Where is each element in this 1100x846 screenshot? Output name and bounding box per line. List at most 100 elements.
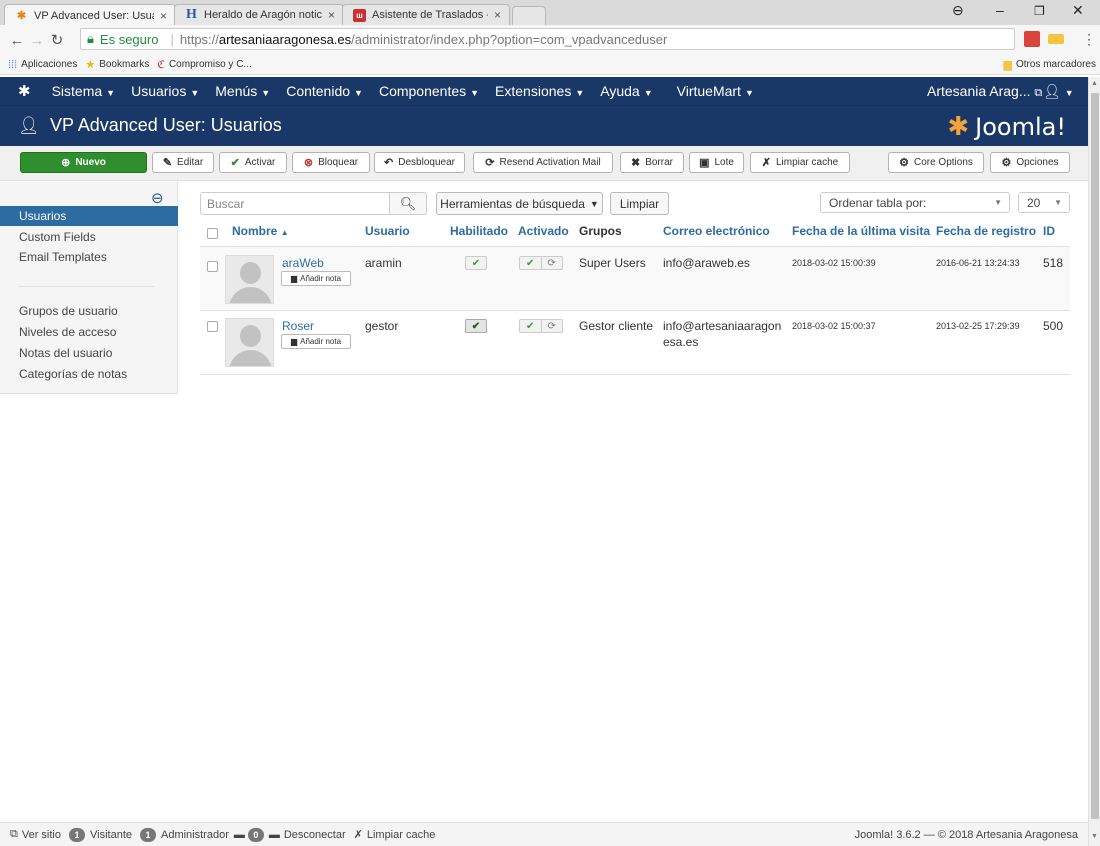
user-menu[interactable]: 👤︎ ▼ <box>1043 83 1074 100</box>
scrollbar-thumb[interactable] <box>1091 93 1099 819</box>
view-site-link[interactable]: ⧉ Ver sitio <box>10 828 61 841</box>
sidebar-item-label: Email Templates <box>19 250 107 264</box>
activated-toggle[interactable]: ✔ ⟳ <box>519 319 563 333</box>
visitors-indicator[interactable]: 1 Visitante <box>69 827 132 842</box>
add-note-button[interactable]: ▆ Añadir nota <box>281 271 351 286</box>
close-tab-icon[interactable]: × <box>494 8 501 22</box>
search-tools-button[interactable]: Herramientas de búsqueda ▼ <box>436 192 603 215</box>
batch-button[interactable]: ▣ Lote <box>689 152 744 173</box>
column-header-habilitado[interactable]: Habilitado <box>450 224 508 238</box>
search-input[interactable]: Buscar <box>200 192 390 215</box>
resend-activation-button[interactable]: ⟳ Resend Activation Mail <box>473 152 613 173</box>
scroll-down-icon[interactable]: ▼ <box>1091 833 1098 840</box>
sidebar-item-notas[interactable]: Notas del usuario <box>0 343 178 363</box>
sidebar-item-niveles[interactable]: Niveles de acceso <box>0 322 178 342</box>
column-header-ultima-visita[interactable]: Fecha de la última visita <box>792 224 930 238</box>
menu-sistema[interactable]: Sistema ▼ <box>52 83 116 99</box>
delete-button[interactable]: ✖ Borrar <box>620 152 684 173</box>
column-header-nombre[interactable]: Nombre ▲ <box>232 224 289 238</box>
back-arrow-icon[interactable]: ← <box>8 32 26 49</box>
edit-button[interactable]: ✎ Editar <box>152 152 214 173</box>
profile-icon[interactable]: ⊖ <box>952 2 964 19</box>
menu-extensiones[interactable]: Extensiones ▼ <box>495 83 584 99</box>
table-bottom-border <box>200 374 1070 375</box>
sidebar-item-categorias[interactable]: Categorías de notas <box>0 364 178 384</box>
sidebar-item-email-templates[interactable]: Email Templates <box>0 247 178 267</box>
column-header-correo[interactable]: Correo electrónico <box>663 224 770 238</box>
extension-red-icon[interactable] <box>1024 31 1040 47</box>
button-label: Limpiar <box>619 196 660 211</box>
column-header-activado[interactable]: Activado <box>518 224 569 238</box>
enabled-toggle[interactable]: ✔ <box>465 256 487 270</box>
limit-select[interactable]: 20 ▼ <box>1018 192 1070 213</box>
user-name-link[interactable]: Roser <box>282 319 314 333</box>
column-header-id[interactable]: ID <box>1043 224 1055 238</box>
copyright-text: Joomla! 3.6.2 — © 2018 Artesania Aragone… <box>854 829 1078 841</box>
menu-usuarios[interactable]: Usuarios ▼ <box>131 83 199 99</box>
status-label: Desconectar <box>283 828 346 841</box>
browser-menu-icon[interactable]: ⋮ <box>1082 31 1096 48</box>
close-tab-icon[interactable]: × <box>160 9 167 23</box>
bookmark-other[interactable]: ▆ Otros marcadores <box>1004 58 1097 71</box>
username-cell: aramin <box>365 256 402 270</box>
bookmark-aplicaciones[interactable]: ⁞⁞⁞ Aplicaciones <box>8 59 77 71</box>
restore-icon[interactable]: ❐ <box>1034 4 1045 18</box>
extension-yellow-icon[interactable] <box>1048 34 1064 44</box>
tab-asistente-traslados[interactable]: ш Asistente de Traslados - × <box>342 4 510 25</box>
reload-icon[interactable]: ↻ <box>48 31 66 49</box>
column-header-usuario[interactable]: Usuario <box>365 224 410 238</box>
button-label: Resend Activation Mail <box>499 157 601 168</box>
status-label: Ver sitio <box>21 828 61 841</box>
action-toolbar: ⊕ Nuevo ✎ Editar ✔ Activar ⊗ Bloquear ↶ Desbl… <box>0 146 1088 181</box>
site-link[interactable]: Artesania Arag... ⧉ <box>927 83 1042 100</box>
activate-button[interactable]: ✔ Activar <box>219 152 287 173</box>
forward-arrow-icon[interactable]: → <box>28 32 46 49</box>
minimize-icon[interactable]: – <box>996 2 1004 18</box>
page-scrollbar[interactable]: ▲ ▼ <box>1088 77 1100 846</box>
unblock-button[interactable]: ↶ Desbloquear <box>374 152 465 173</box>
sidebar-item-grupos[interactable]: Grupos de usuario <box>0 301 178 321</box>
user-name-link[interactable]: araWeb <box>282 256 324 270</box>
options-button[interactable]: ⚙ Opciones <box>990 152 1070 173</box>
tab-heraldo[interactable]: H Heraldo de Aragón notic × <box>174 4 344 25</box>
add-note-button[interactable]: ▆ Añadir nota <box>281 334 351 349</box>
clear-cache-link[interactable]: ✗ Limpiar cache <box>354 828 436 842</box>
sidebar-item-custom-fields[interactable]: Custom Fields <box>0 227 178 247</box>
close-window-icon[interactable]: ✕ <box>1072 2 1084 19</box>
clear-filters-button[interactable]: Limpiar <box>610 192 669 215</box>
block-button[interactable]: ⊗ Bloquear <box>292 152 370 173</box>
messages-indicator[interactable]: ▬ 0 <box>234 827 269 842</box>
bookmark-compromiso[interactable]: ℭ Compromiso y C... <box>157 58 252 71</box>
new-tab-button[interactable] <box>512 6 546 25</box>
menu-ayuda[interactable]: Ayuda ▼ <box>600 83 652 99</box>
new-button[interactable]: ⊕ Nuevo <box>20 152 147 173</box>
menu-virtuemart[interactable]: VirtueMart ▼ <box>677 83 754 99</box>
avatar <box>225 255 274 304</box>
tab-vp-advanced-user[interactable]: ✱ VP Advanced User: Usuar × <box>4 4 176 26</box>
url-input[interactable]: 🔒︎ Es seguro | https:// artesaniaaragone… <box>80 28 1015 50</box>
row-checkbox[interactable] <box>207 261 218 272</box>
row-checkbox[interactable] <box>207 321 218 332</box>
column-header-registro[interactable]: Fecha de registro <box>936 224 1036 238</box>
core-options-button[interactable]: ⚙ Core Options <box>888 152 984 173</box>
order-by-select[interactable]: Ordenar tabla por: ▼ <box>820 192 1010 213</box>
joomla-logo-icon[interactable]: ✱ <box>18 82 31 100</box>
scroll-up-icon[interactable]: ▲ <box>1091 80 1098 87</box>
bookmark-bookmarks[interactable]: ★ Bookmarks <box>85 58 149 71</box>
menu-componentes[interactable]: Componentes ▼ <box>379 83 479 99</box>
search-button[interactable]: 🔍︎ <box>389 192 427 215</box>
activated-toggle[interactable]: ✔ ⟳ <box>519 256 563 270</box>
sidebar-item-usuarios[interactable]: Usuarios <box>0 206 178 226</box>
collapse-sidebar-icon[interactable]: ⊖ <box>151 189 164 207</box>
close-tab-icon[interactable]: × <box>328 8 335 22</box>
tab-title: Heraldo de Aragón notic <box>204 9 322 21</box>
menu-menus[interactable]: Menús ▼ <box>215 83 270 99</box>
clear-cache-button[interactable]: ✗ Limpiar cache <box>750 152 850 173</box>
avatar-head <box>240 262 261 284</box>
enabled-toggle[interactable]: ✔ <box>465 319 487 333</box>
admins-indicator[interactable]: 1 Administrador <box>140 827 229 842</box>
select-all-checkbox[interactable] <box>207 228 218 239</box>
logout-link[interactable]: ▬ Desconectar <box>269 829 346 841</box>
folder-icon: ▆ <box>1003 59 1012 71</box>
menu-contenido[interactable]: Contenido ▼ <box>286 83 363 99</box>
